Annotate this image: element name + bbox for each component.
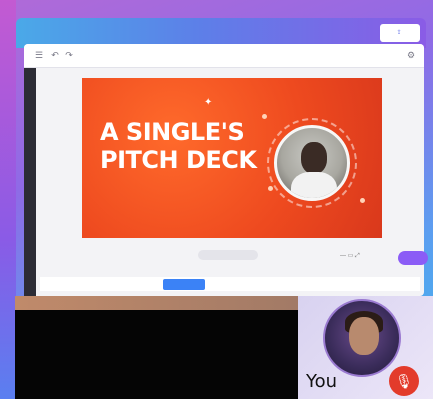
undo-icon[interactable]: ↶	[50, 50, 60, 60]
share-button[interactable]: ⇪	[380, 24, 420, 42]
video-feed-panel	[15, 296, 298, 399]
decor-dot	[268, 186, 273, 191]
help-button[interactable]	[398, 251, 428, 265]
avatar-face	[349, 317, 379, 355]
topbar-item[interactable]	[136, 28, 206, 38]
redo-icon[interactable]: ↷	[64, 50, 74, 60]
self-label: You	[306, 371, 338, 392]
topbar-item[interactable]	[316, 28, 341, 38]
video-panel-header	[15, 296, 298, 310]
decor-dot	[360, 198, 365, 203]
photo-head	[301, 142, 327, 174]
avatar[interactable]	[323, 299, 401, 377]
editor-toolbar: ☰ ↶ ↷ ⚙	[24, 44, 424, 68]
sparkle-icon: ✦	[204, 97, 213, 108]
topbar-item[interactable]	[248, 28, 298, 38]
left-rail	[24, 68, 36, 296]
page-indicator[interactable]	[198, 250, 258, 260]
photo-body	[291, 172, 337, 198]
microphone-muted-icon: 🎙	[395, 373, 413, 389]
upload-icon: ⇪	[396, 30, 402, 36]
decor-dot	[262, 114, 267, 119]
menu-icon[interactable]: ☰	[34, 50, 44, 60]
left-edge-gradient	[0, 0, 16, 399]
zoom-controls[interactable]: — ▭ ⤢	[340, 252, 360, 260]
bottom-bar-button[interactable]	[163, 279, 205, 290]
profile-photo[interactable]	[274, 125, 350, 201]
slide-canvas[interactable]: ✦ A SINGLE'S PITCH DECK	[82, 78, 382, 238]
settings-icon[interactable]: ⚙	[406, 50, 416, 60]
editor-bottom-bar	[40, 277, 420, 291]
topbar-item[interactable]	[356, 28, 366, 38]
mute-button[interactable]: 🎙	[389, 366, 419, 396]
slide-title[interactable]: A SINGLE'S PITCH DECK	[100, 118, 260, 174]
